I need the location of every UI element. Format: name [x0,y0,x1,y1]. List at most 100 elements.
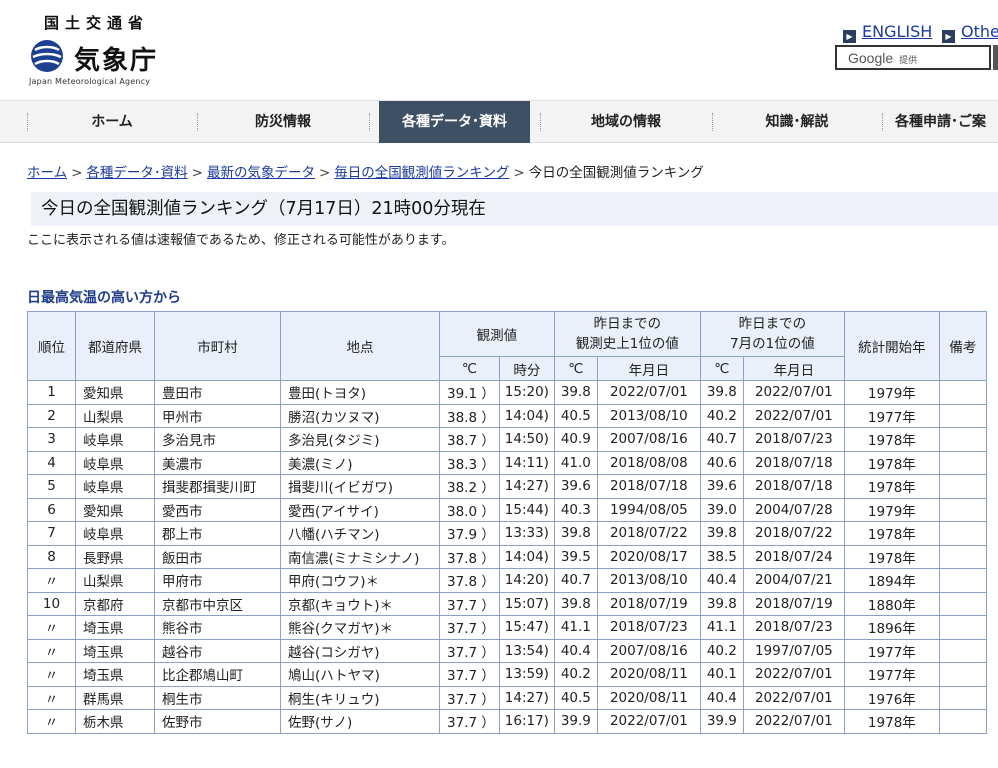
table-row: 〃群馬県 桐生市 桐生(キリュウ) 37.7 ） 14:27) 40.5 2020/08/1… [27,685,987,710]
nav-item-region[interactable]: 地域の情報 [540,101,712,143]
breadcrumb-latest[interactable]: 最新の気象データ [207,165,315,181]
record-all-date-cell: 2020/08/11 [596,685,701,710]
max-temp-cell: 38.2 ） [439,474,500,499]
rank-cell: 8 [27,544,76,569]
record-all-date-cell: 2020/08/17 [596,544,701,569]
agency-name[interactable]: 気象庁 [74,40,158,77]
header-observed-temp: ℃ [439,356,500,381]
nav-item-disaster[interactable]: 防災情報 [197,101,369,143]
jma-emblem-icon[interactable] [29,38,67,74]
search-input[interactable]: Google 提供 [835,45,991,70]
max-temp-cell: 37.8 ） [439,568,500,593]
search-provider-suffix: 提供 [899,55,918,65]
nav-item-data[interactable]: 各種データ･資料 [379,101,530,143]
max-temp-cell: 38.8 ） [439,403,500,428]
record-month-temp-cell: 40.7 [699,427,744,452]
remarks-cell [938,474,987,499]
nav-item-home[interactable]: ホーム [27,101,197,143]
record-all-date-cell: 2018/07/19 [596,591,701,616]
record-month-date-cell: 2004/07/21 [742,568,845,593]
time-cell: 13:59) [498,662,555,687]
play-icon: ▶ [843,30,856,43]
prefecture-cell: 山梨県 [75,403,155,428]
max-temp-cell: 37.9 ） [439,521,500,546]
city-cell: 郡上市 [154,521,281,546]
record-month-date-cell: 2022/07/01 [742,403,845,428]
max-temp-cell: 38.7 ） [439,427,500,452]
nav-item-knowledge[interactable]: 知識･解説 [712,101,882,143]
remarks-cell [938,709,987,734]
city-cell: 愛西市 [154,497,281,522]
start-year-cell: 1978年 [843,450,940,475]
remarks-cell [938,427,987,452]
time-cell: 15:44) [498,497,555,522]
rank-cell: 6 [27,497,76,522]
time-cell: 14:11) [498,450,555,475]
prefecture-cell: 岐阜県 [75,521,155,546]
record-month-date-cell: 2018/07/24 [742,544,845,569]
table-row: 4 岐阜県 美濃市 美濃(ミノ) 38.3 ） 14:11) 41.0 2018/08/08 4… [27,450,987,475]
table-row: 〃埼玉県 越谷市 越谷(コシガヤ) 37.7 ） 13:54) 40.4 2007/08/1… [27,638,987,663]
max-temp-cell: 37.7 ） [439,662,500,687]
record-month-date-cell: 2018/07/22 [742,521,845,546]
station-cell: 愛西(アイサイ) [280,497,440,522]
header-record-all: 昨日までの 観測史上1位の値 [553,311,701,357]
rank-cell: 5 [27,474,76,499]
record-all-temp-cell: 39.9 [553,709,598,734]
station-cell: 南信濃(ミナミシナノ) [280,544,440,569]
other-languages-link[interactable]: ▶Other l [942,22,998,43]
preliminary-note: ここに表示される値は速報値であるため、修正される可能性があります。 [27,233,455,248]
agency-name-en: Japan Meteorological Agency [29,77,151,86]
header-station: 地点 [280,311,440,381]
start-year-cell: 1978年 [843,474,940,499]
prefecture-cell: 京都府 [75,591,155,616]
record-all-date-cell: 2007/08/16 [596,427,701,452]
city-cell: 熊谷市 [154,615,281,640]
city-cell: 飯田市 [154,544,281,569]
header-start-year: 統計開始年 [843,311,940,381]
time-cell: 15:20) [498,380,555,405]
breadcrumb-ranking[interactable]: 毎日の全国観測値ランキング [334,165,509,181]
rank-cell: 3 [27,427,76,452]
station-cell: 甲府(コウフ)＊ [280,568,440,593]
nav-item-applications[interactable]: 各種申請･ご案 [895,101,998,143]
remarks-cell [938,521,987,546]
prefecture-cell: 岐阜県 [75,427,155,452]
site-header: 国土交通省 気象庁 Japan Meteorological Agency ▶ E… [0,0,998,100]
record-month-date-cell: 1997/07/05 [742,638,845,663]
breadcrumb-current: 今日の全国観測値ランキング [528,165,704,181]
record-month-date-cell: 2022/07/01 [742,709,845,734]
rank-cell: 〃 [27,685,76,710]
start-year-cell: 1978年 [843,427,940,452]
record-month-date-cell: 2022/07/01 [742,662,845,687]
start-year-cell: 1979年 [843,497,940,522]
record-month-temp-cell: 39.9 [699,709,744,734]
breadcrumb-home[interactable]: ホーム [27,165,67,181]
city-cell: 美濃市 [154,450,281,475]
record-month-temp-cell: 40.4 [699,685,744,710]
city-cell: 越谷市 [154,638,281,663]
station-cell: 越谷(コシガヤ) [280,638,440,663]
breadcrumb-separator: > [191,165,203,181]
city-cell: 京都市中京区 [154,591,281,616]
remarks-cell [938,568,987,593]
rank-cell: 〃 [27,638,76,663]
english-link[interactable]: ▶ ENGLISH [843,22,932,43]
breadcrumb-data[interactable]: 各種データ･資料 [86,165,187,181]
record-month-temp-cell: 40.1 [699,662,744,687]
rank-cell: 〃 [27,615,76,640]
record-all-temp-cell: 40.9 [553,427,598,452]
record-all-temp-cell: 40.5 [553,403,598,428]
time-cell: 14:04) [498,544,555,569]
prefecture-cell: 群馬県 [75,685,155,710]
record-month-date-cell: 2018/07/18 [742,474,845,499]
prefecture-cell: 岐阜県 [75,474,155,499]
rank-cell: 〃 [27,568,76,593]
search-button[interactable] [993,45,998,70]
rank-cell: 1 [27,380,76,405]
city-cell: 豊田市 [154,380,281,405]
table-row: 2 山梨県 甲州市 勝沼(カツヌマ) 38.8 ） 14:04) 40.5 2013/08/1… [27,403,987,428]
record-month-temp-cell: 39.0 [699,497,744,522]
record-month-temp-cell: 39.8 [699,380,744,405]
max-temp-cell: 37.7 ） [439,709,500,734]
